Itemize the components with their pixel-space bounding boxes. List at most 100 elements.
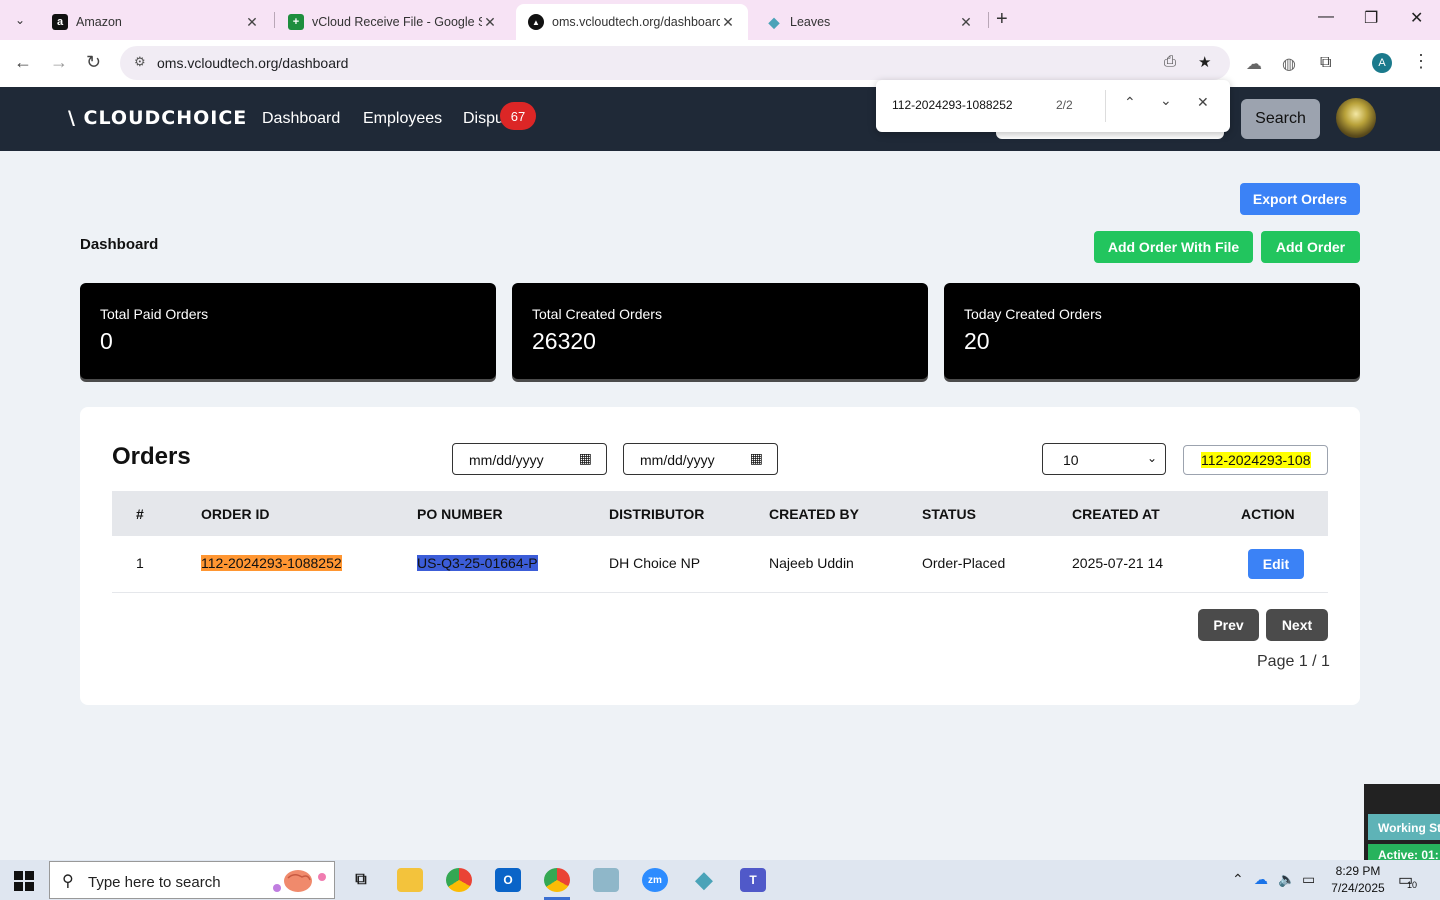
stat-label: Total Created Orders xyxy=(532,306,662,322)
tab-divider xyxy=(274,12,275,28)
find-close-icon[interactable]: ✕ xyxy=(1197,94,1209,111)
find-previous-chevron-up-icon[interactable]: ⌃ xyxy=(1124,94,1136,111)
page-size-value: 10 xyxy=(1063,452,1079,468)
tab-title: vCloud Receive File - Google Sh xyxy=(312,15,482,29)
oms-favicon-icon: ▲ xyxy=(528,14,544,30)
user-avatar[interactable] xyxy=(1336,98,1376,138)
taskbar-search-placeholder: Type here to search xyxy=(88,874,221,891)
orders-search-input[interactable]: 112-2024293-108 xyxy=(1183,445,1328,475)
extension-cloud-icon[interactable]: ☁ xyxy=(1246,54,1262,74)
close-tab-icon[interactable]: ✕ xyxy=(244,14,260,31)
date-to-input[interactable]: mm/dd/yyyy ▦ xyxy=(623,443,778,475)
site-settings-icon[interactable]: ⚙ xyxy=(134,54,146,70)
leaves-favicon-icon: ◆ xyxy=(768,13,780,30)
reload-icon[interactable]: ↻ xyxy=(86,52,101,73)
calendar-icon[interactable]: ▦ xyxy=(579,450,592,467)
prev-page-button[interactable]: Prev xyxy=(1198,609,1259,641)
col-index: # xyxy=(136,506,144,522)
search-highlight-illustration-icon xyxy=(268,866,330,900)
back-arrow-icon[interactable]: ← xyxy=(14,52,32,73)
calendar-icon[interactable]: ▦ xyxy=(750,450,763,467)
taskbar-clock[interactable]: 8:29 PM 7/24/2025 xyxy=(1326,863,1390,897)
date-from-input[interactable]: mm/dd/yyyy ▦ xyxy=(452,443,607,475)
forward-arrow-icon[interactable]: → xyxy=(50,52,68,73)
file-explorer-icon[interactable] xyxy=(397,868,423,892)
app-diamond-icon[interactable]: ◆ xyxy=(691,867,717,892)
app-files-icon[interactable] xyxy=(593,868,619,892)
close-tab-icon[interactable]: ✕ xyxy=(958,14,974,31)
extension-globe-icon[interactable]: ◍ xyxy=(1282,54,1296,74)
stat-label: Total Paid Orders xyxy=(100,306,209,322)
edit-order-button[interactable]: Edit xyxy=(1248,549,1304,579)
col-created-by: CREATED BY xyxy=(769,506,859,522)
minimize-window-icon[interactable]: — xyxy=(1318,8,1334,26)
export-orders-button[interactable]: Export Orders xyxy=(1240,183,1360,215)
active-time-label: Active: 01: xyxy=(1368,844,1440,860)
tab-search-chevron-icon[interactable]: ⌄ xyxy=(0,0,40,40)
header-search-button[interactable]: Search xyxy=(1241,99,1320,139)
cell-created-by: Najeeb Uddin xyxy=(769,555,854,571)
stat-value: 0 xyxy=(100,328,113,354)
bookmark-star-icon[interactable]: ★ xyxy=(1198,53,1211,71)
restore-window-icon[interactable]: ❐ xyxy=(1364,8,1378,28)
volume-icon[interactable]: 🔈 xyxy=(1278,871,1295,888)
col-distributor: DISTRIBUTOR xyxy=(609,506,705,522)
stat-value: 20 xyxy=(964,328,990,354)
new-tab-plus-icon[interactable]: + xyxy=(996,8,1008,31)
disputes-count-badge: 67 xyxy=(500,102,536,130)
browser-menu-icon[interactable]: ⋮ xyxy=(1412,51,1430,72)
network-icon[interactable]: ▭ xyxy=(1302,871,1315,888)
next-page-button[interactable]: Next xyxy=(1266,609,1328,641)
browser-tabstrip: ⌄ a Amazon ✕ + vCloud Receive File - Goo… xyxy=(0,0,1440,40)
tray-chevron-up-icon[interactable]: ⌃ xyxy=(1232,871,1244,888)
tab-title: Leaves xyxy=(790,15,831,29)
windows-start-icon[interactable] xyxy=(14,871,34,891)
nav-employees[interactable]: Employees xyxy=(363,110,442,128)
outlook-icon[interactable]: O xyxy=(495,868,521,892)
profile-avatar[interactable]: A xyxy=(1372,53,1392,73)
page-search-icon[interactable]: ⎙ xyxy=(1164,53,1176,70)
nav-dashboard[interactable]: Dashboard xyxy=(262,110,340,128)
add-order-with-file-button[interactable]: Add Order With File xyxy=(1094,231,1253,263)
amazon-favicon-icon: a xyxy=(52,14,68,30)
chrome-profile-icon[interactable] xyxy=(544,868,570,900)
close-window-icon[interactable]: ✕ xyxy=(1410,8,1423,28)
cell-order-id: 112-2024293-1088252 xyxy=(201,555,342,571)
orders-table-header: # ORDER ID PO NUMBER DISTRIBUTOR CREATED… xyxy=(112,491,1328,536)
search-value-highlight: 112-2024293-108 xyxy=(1201,452,1311,468)
page-size-select[interactable]: 10 ⌄ xyxy=(1042,443,1166,475)
address-bar[interactable]: ⚙ oms.vcloudtech.org/dashboard ⎙ ★ xyxy=(120,46,1230,80)
cell-po-number: US-Q3-25-01664-P xyxy=(417,555,538,571)
tab-leaves[interactable]: ◆ Leaves ✕ xyxy=(754,4,986,40)
tab-oms-dashboard[interactable]: ▲ oms.vcloudtech.org/dashboard ✕ xyxy=(516,4,748,40)
cell-status: Order-Placed xyxy=(922,555,1006,571)
onedrive-cloud-icon[interactable]: ☁ xyxy=(1254,871,1268,888)
chrome-icon[interactable] xyxy=(446,868,472,892)
cloudchoice-logo[interactable]: \ CLOUDCHOICE xyxy=(68,107,247,129)
extensions-puzzle-icon[interactable]: ⧉ xyxy=(1320,54,1331,72)
address-url[interactable]: oms.vcloudtech.org/dashboard xyxy=(157,55,348,71)
tab-google-sheets[interactable]: + vCloud Receive File - Google Sh ✕ xyxy=(276,4,510,40)
find-divider xyxy=(1105,90,1106,122)
working-status-widget[interactable]: Working St Active: 01: xyxy=(1364,784,1440,860)
chevron-down-icon: ⌄ xyxy=(1146,451,1157,465)
date-to-placeholder: mm/dd/yyyy xyxy=(640,452,715,468)
zoom-icon[interactable]: zm xyxy=(642,868,668,892)
nav-disputes[interactable]: Dispu xyxy=(463,110,504,128)
task-view-icon[interactable]: ⧉ xyxy=(348,868,374,892)
find-next-chevron-down-icon[interactable]: ⌄ xyxy=(1160,92,1172,109)
add-order-button[interactable]: Add Order xyxy=(1261,231,1360,263)
stat-card-total-created: Total Created Orders 26320 xyxy=(512,283,928,379)
col-po-number: PO NUMBER xyxy=(417,506,503,522)
tab-divider xyxy=(988,12,989,28)
close-tab-icon[interactable]: ✕ xyxy=(720,14,736,31)
cell-distributor: DH Choice NP xyxy=(609,555,701,571)
tab-amazon[interactable]: a Amazon ✕ xyxy=(40,4,272,40)
notifications-icon[interactable]: ▭ 10 xyxy=(1398,870,1420,890)
find-input[interactable]: 112-2024293-1088252 xyxy=(892,98,1013,112)
close-tab-icon[interactable]: ✕ xyxy=(482,14,498,31)
teams-icon[interactable]: T xyxy=(740,868,766,892)
cell-index: 1 xyxy=(136,555,144,571)
taskbar-search-box[interactable]: ⚲ Type here to search xyxy=(49,861,335,899)
stat-card-total-paid: Total Paid Orders 0 xyxy=(80,283,496,379)
